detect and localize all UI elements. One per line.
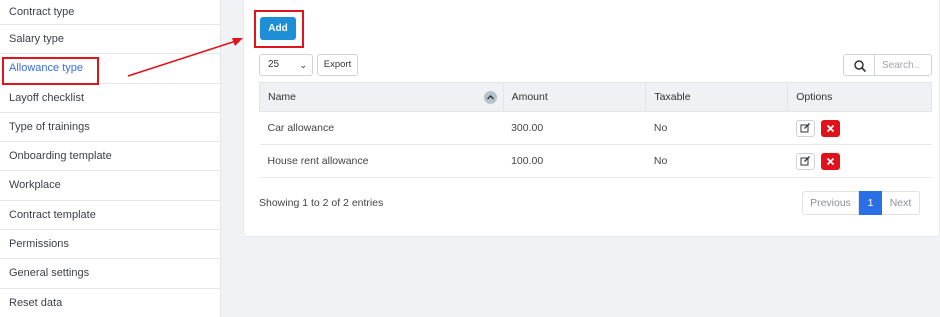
pagination: Previous 1 Next [802,191,920,215]
sidebar-item-contract-type[interactable]: Contract type [0,0,220,25]
column-header-amount[interactable]: Amount [502,82,647,112]
pagination-page-1[interactable]: 1 [859,191,882,215]
column-header-name-label: Name [268,91,297,103]
pagination-next[interactable]: Next [882,191,920,215]
edit-icon [800,122,810,132]
search-input[interactable] [875,54,932,76]
sidebar-item-layoff-checklist[interactable]: Layoff checklist [0,84,220,113]
cell-options [787,111,932,145]
table-info-text: Showing 1 to 2 of 2 entries [259,197,384,209]
cell-amount: 300.00 [503,111,646,145]
pagination-previous[interactable]: Previous [802,191,859,215]
settings-sidebar: Contract type Salary type Allowance type… [0,0,221,317]
export-button[interactable]: Export [317,54,358,76]
table-row: House rent allowance 100.00 No [259,144,932,178]
page-size-select[interactable]: 25 ⌄ [259,54,313,76]
sidebar-item-general-settings[interactable]: General settings [0,259,220,289]
column-header-options: Options [787,82,932,112]
cell-name: House rent allowance [259,144,504,178]
cell-name: Car allowance [259,111,504,145]
allowance-table: Name Amount Taxable Options Car allowanc… [259,82,932,178]
edit-button[interactable] [795,152,815,170]
sort-asc-icon[interactable] [483,91,497,104]
chevron-up-icon [486,95,494,100]
sidebar-item-allowance-type[interactable]: Allowance type [0,54,220,84]
sidebar-item-workplace[interactable]: Workplace [0,171,220,201]
cell-taxable: No [645,111,788,145]
chevron-down-icon: ⌄ [299,60,307,70]
column-header-name[interactable]: Name [259,82,504,112]
sidebar-item-onboarding-template[interactable]: Onboarding template [0,142,220,172]
close-icon [826,157,834,165]
sidebar-item-reset-data[interactable]: Reset data [0,289,220,317]
table-row: Car allowance 300.00 No [259,111,932,145]
sidebar-item-contract-template[interactable]: Contract template [0,201,220,231]
sidebar-item-type-of-trainings[interactable]: Type of trainings [0,113,220,143]
delete-button[interactable] [820,119,840,137]
sidebar-item-salary-type[interactable]: Salary type [0,25,220,55]
edit-icon [800,155,810,165]
delete-button[interactable] [820,152,840,170]
edit-button[interactable] [795,119,815,137]
column-header-taxable[interactable]: Taxable [645,82,789,112]
close-icon [826,124,834,132]
sidebar-item-permissions[interactable]: Permissions [0,230,220,260]
cell-taxable: No [645,144,788,178]
add-button[interactable]: Add [260,17,296,40]
table-header-row: Name Amount Taxable Options [259,82,932,112]
cell-options [787,144,932,178]
search-icon [854,60,866,72]
search-button[interactable] [843,54,875,76]
page-size-value: 25 [268,59,280,70]
cell-amount: 100.00 [503,144,646,178]
